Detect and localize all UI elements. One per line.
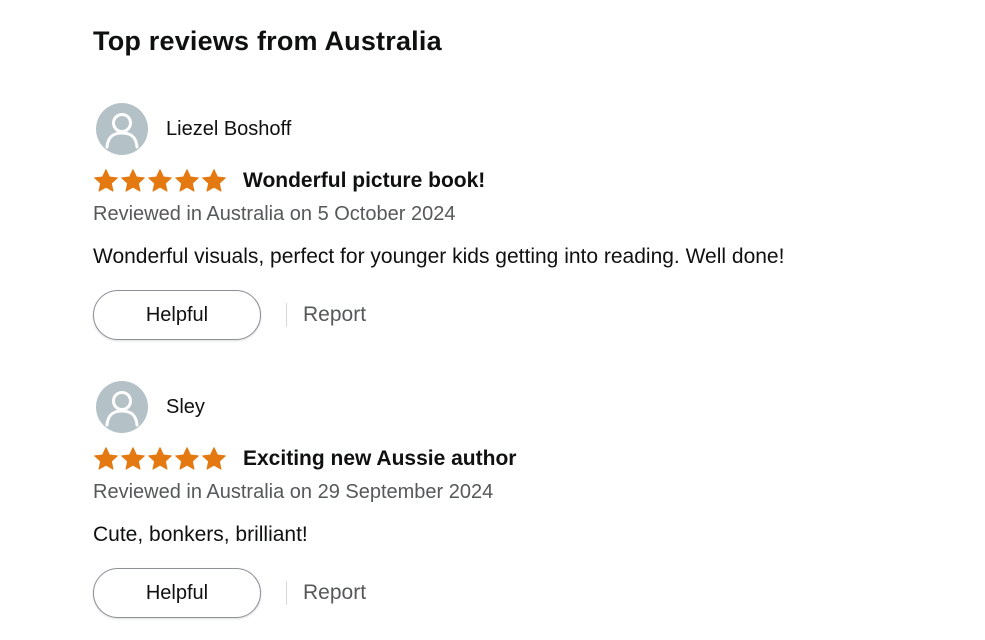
helpful-button[interactable]: Helpful: [93, 290, 261, 340]
star-icon: [120, 446, 146, 472]
user-avatar-icon: [105, 391, 139, 427]
star-icon: [120, 168, 146, 194]
reviewer-name[interactable]: Sley: [166, 396, 205, 419]
rating-row: Wonderful picture book!: [93, 166, 485, 196]
section-title: Top reviews from Australia: [93, 26, 442, 56]
star-icon: [93, 446, 119, 472]
review-item: Liezel Boshoff Wonderful picture book! R…: [93, 103, 953, 353]
rating-row: Exciting new Aussie author: [93, 444, 516, 474]
review-date: Reviewed in Australia on 5 October 2024: [93, 203, 456, 225]
review-actions: Helpful Report: [93, 567, 366, 619]
report-link[interactable]: Report: [303, 581, 366, 605]
star-icon: [147, 446, 173, 472]
star-rating[interactable]: [93, 446, 227, 472]
star-icon: [201, 168, 227, 194]
action-divider: [286, 303, 287, 327]
review-body: Cute, bonkers, brilliant!: [93, 523, 308, 546]
review-title[interactable]: Exciting new Aussie author: [243, 447, 516, 471]
reviewer-profile[interactable]: Liezel Boshoff: [96, 103, 291, 155]
star-icon: [174, 446, 200, 472]
review-actions: Helpful Report: [93, 289, 366, 341]
review-date: Reviewed in Australia on 29 September 20…: [93, 481, 494, 503]
reviewer-name[interactable]: Liezel Boshoff: [166, 118, 291, 141]
star-icon: [147, 168, 173, 194]
avatar: [96, 103, 148, 155]
helpful-button[interactable]: Helpful: [93, 568, 261, 618]
review-item: Sley Exciting new Aussie author Reviewed…: [93, 381, 953, 631]
user-avatar-icon: [105, 113, 139, 149]
star-rating[interactable]: [93, 168, 227, 194]
star-icon: [201, 446, 227, 472]
review-title[interactable]: Wonderful picture book!: [243, 169, 485, 193]
action-divider: [286, 581, 287, 605]
review-body: Wonderful visuals, perfect for younger k…: [93, 245, 785, 268]
star-icon: [93, 168, 119, 194]
avatar: [96, 381, 148, 433]
reviewer-profile[interactable]: Sley: [96, 381, 205, 433]
star-icon: [174, 168, 200, 194]
report-link[interactable]: Report: [303, 303, 366, 327]
